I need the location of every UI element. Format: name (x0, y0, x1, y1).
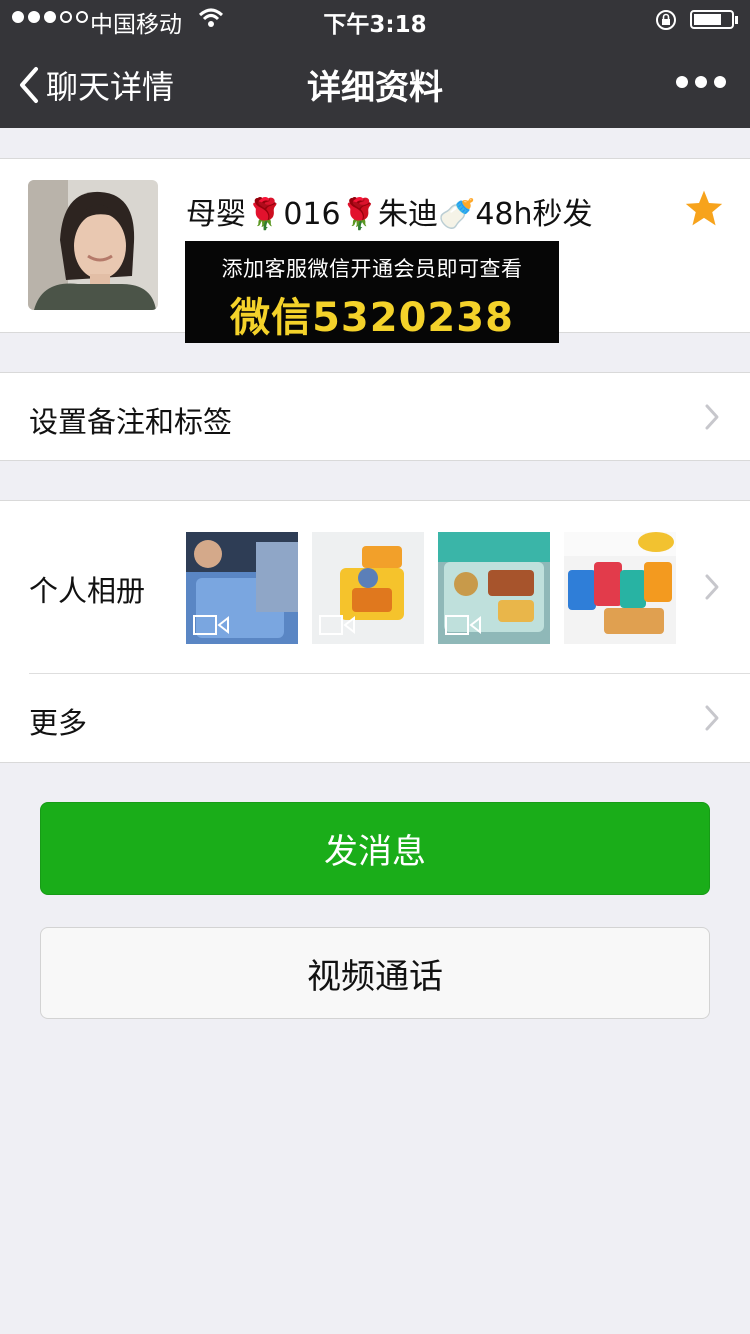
chevron-right-icon (705, 404, 719, 430)
album-thumbnail[interactable] (564, 532, 676, 644)
banner-line2: 微信5320238 (230, 295, 514, 341)
ellipsis-icon[interactable] (676, 76, 726, 92)
back-label: 聊天详情 (46, 68, 175, 106)
avatar[interactable] (28, 180, 158, 310)
profile-options-group: 个人相册 更多 (0, 500, 750, 763)
nickname: 母婴🌹016🌹朱迪🍼48h秒发 (186, 197, 593, 232)
video-call-button[interactable]: 视频通话 (40, 927, 710, 1019)
top-bar: 中国移动 下午3:18 聊天详情 详细资料 (0, 0, 750, 128)
personal-album-row[interactable]: 个人相册 (0, 501, 750, 673)
chevron-right-icon (705, 705, 719, 731)
avatar-image (28, 180, 158, 310)
more-label: 更多 (29, 706, 88, 740)
battery-icon (690, 10, 738, 29)
back-button[interactable]: 聊天详情 (18, 63, 174, 107)
banner-line1: 添加客服微信开通会员即可查看 (221, 257, 523, 281)
album-label: 个人相册 (29, 574, 146, 608)
star-icon[interactable] (684, 189, 724, 227)
status-time: 下午3:18 (323, 12, 427, 38)
remark-label: 设置备注和标签 (29, 405, 233, 439)
promo-overlay-banner: 添加客服微信开通会员即可查看 微信5320238 (185, 241, 559, 343)
album-thumbnail[interactable] (186, 532, 298, 644)
status-bar: 中国移动 下午3:18 (0, 0, 750, 40)
rotation-lock-icon (656, 10, 676, 30)
chevron-right-icon (705, 574, 719, 600)
send-message-button[interactable]: 发消息 (40, 802, 710, 895)
more-row[interactable]: 更多 (0, 674, 750, 762)
chevron-left-icon (20, 67, 38, 103)
album-thumbnail[interactable] (312, 532, 424, 644)
remark-and-tags-row[interactable]: 设置备注和标签 (0, 372, 750, 461)
album-thumbnail[interactable] (438, 532, 550, 644)
